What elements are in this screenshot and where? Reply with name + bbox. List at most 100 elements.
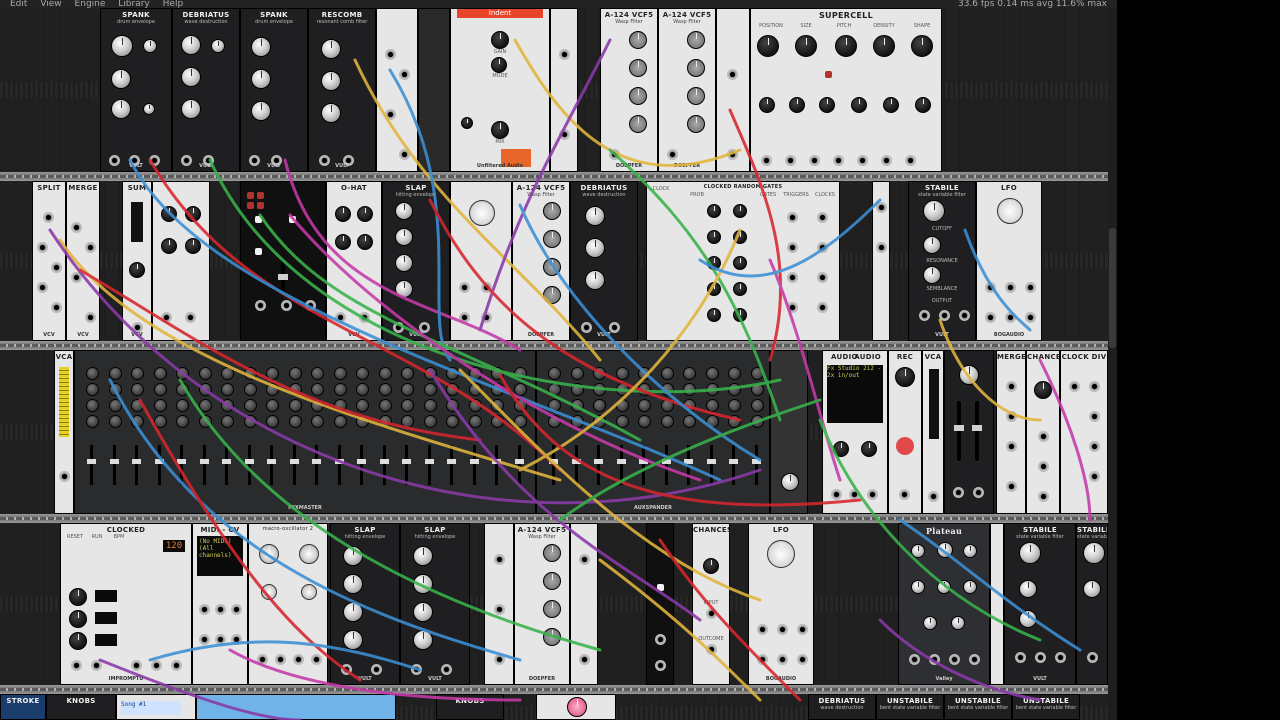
- jack[interactable]: [399, 149, 410, 160]
- module-noise[interactable]: [646, 523, 674, 685]
- module-midi-cv[interactable]: MIDI - CV (No MIDI) (All channels): [192, 523, 248, 685]
- module-song[interactable]: Song #1: [116, 694, 196, 720]
- mixer-channel-strip[interactable]: [284, 359, 306, 497]
- knob[interactable]: [395, 254, 413, 272]
- knob[interactable]: [687, 87, 705, 105]
- knob[interactable]: [86, 367, 99, 380]
- knob[interactable]: [733, 230, 747, 244]
- jack[interactable]: [609, 149, 620, 160]
- module-slap-3[interactable]: SLAP hitting envelope VULT: [400, 523, 470, 685]
- mixer-channel-strip[interactable]: [611, 359, 633, 497]
- channel-fader[interactable]: [684, 445, 693, 485]
- mixer-channel-strip[interactable]: [351, 359, 373, 497]
- channel-fader[interactable]: [639, 445, 648, 485]
- knob[interactable]: [728, 399, 741, 412]
- module-chances[interactable]: CHANCES: [1026, 350, 1060, 514]
- jack[interactable]: [757, 624, 768, 635]
- knob[interactable]: [548, 367, 561, 380]
- knob[interactable]: [401, 399, 414, 412]
- module-macro-oscillator[interactable]: macro-oscillator 2: [248, 523, 328, 685]
- jack[interactable]: [255, 300, 266, 311]
- channel-fader[interactable]: [571, 445, 581, 485]
- jack[interactable]: [985, 312, 996, 323]
- knob[interactable]: [108, 383, 122, 396]
- knob[interactable]: [728, 383, 741, 396]
- song-display[interactable]: Song #1: [121, 701, 181, 715]
- jack[interactable]: [1087, 652, 1098, 663]
- jack[interactable]: [559, 49, 570, 60]
- vertical-scrollbar[interactable]: [1108, 8, 1117, 720]
- jack[interactable]: [905, 155, 916, 166]
- module-clocked[interactable]: CLOCKED RESET RUN BPM 120 IMPROMPTU: [60, 523, 192, 685]
- jack[interactable]: [1089, 441, 1100, 452]
- knob[interactable]: [705, 367, 719, 380]
- knob[interactable]: [660, 399, 674, 412]
- jack[interactable]: [85, 242, 96, 253]
- knob[interactable]: [311, 383, 324, 396]
- jack[interactable]: [171, 660, 182, 671]
- jack[interactable]: [949, 654, 960, 665]
- jack[interactable]: [385, 49, 396, 60]
- jack[interactable]: [1006, 441, 1017, 452]
- mixer-channel-strip[interactable]: [216, 359, 238, 497]
- knob[interactable]: [143, 39, 157, 53]
- knob[interactable]: [129, 262, 145, 278]
- module-spank-2[interactable]: SPANK drum envelope VULT: [240, 8, 308, 172]
- knob[interactable]: [629, 59, 647, 77]
- mixer-channel-strip[interactable]: [239, 359, 261, 497]
- jack[interactable]: [411, 664, 422, 675]
- jack[interactable]: [481, 282, 492, 293]
- knob[interactable]: [707, 282, 721, 296]
- knob[interactable]: [356, 399, 369, 412]
- knob[interactable]: [707, 256, 721, 270]
- knob[interactable]: [111, 99, 131, 119]
- jack[interactable]: [215, 604, 226, 615]
- knob[interactable]: [266, 383, 279, 396]
- knob[interactable]: [638, 399, 651, 412]
- jack[interactable]: [385, 109, 396, 120]
- jack[interactable]: [1038, 461, 1049, 472]
- knob[interactable]: [401, 383, 414, 396]
- module-wasp-filter-4[interactable]: A-124 VCF5 Wasp Filter DOEPFER: [514, 523, 570, 685]
- module-lfo-2[interactable]: LFO BOGAUDIO: [748, 523, 814, 685]
- channel-fader[interactable]: [109, 445, 119, 485]
- knob[interactable]: [593, 399, 606, 412]
- jack[interactable]: [199, 634, 210, 645]
- knob[interactable]: [543, 202, 561, 220]
- jack[interactable]: [867, 489, 878, 500]
- knob[interactable]: [378, 383, 392, 396]
- channel-fader[interactable]: [549, 445, 558, 485]
- mixer-channel-strip[interactable]: [396, 359, 418, 497]
- module-stroke[interactable]: STROKE: [0, 694, 46, 720]
- jack[interactable]: [151, 660, 162, 671]
- module-wasp-filter-2[interactable]: A-124 VCF5 Wasp Filter DOEPFER: [658, 8, 716, 172]
- jack[interactable]: [959, 310, 970, 321]
- module-tiny[interactable]: [872, 181, 890, 341]
- jack[interactable]: [777, 624, 788, 635]
- knob[interactable]: [108, 415, 122, 428]
- jack[interactable]: [757, 654, 768, 665]
- knob[interactable]: [468, 367, 482, 380]
- knob[interactable]: [750, 399, 764, 412]
- knob[interactable]: [491, 367, 504, 380]
- jack[interactable]: [71, 272, 82, 283]
- jack[interactable]: [85, 312, 96, 323]
- knob[interactable]: [959, 365, 979, 385]
- knob[interactable]: [638, 383, 651, 396]
- knob[interactable]: [221, 415, 234, 428]
- knob[interactable]: [288, 367, 302, 380]
- mixer-channel-strip[interactable]: [261, 359, 283, 497]
- mixer-channel-strip[interactable]: [374, 359, 396, 497]
- channel-fader[interactable]: [469, 445, 479, 485]
- module-vca-2[interactable]: VCA: [922, 350, 944, 514]
- knob[interactable]: [543, 286, 561, 304]
- module-blue-panel[interactable]: [196, 694, 396, 720]
- knob[interactable]: [401, 367, 414, 380]
- knob[interactable]: [683, 415, 696, 428]
- module-audio[interactable]: AUDIO AUDIO Fx Studio 2i2 - 2x in/out: [822, 350, 888, 514]
- knob[interactable]: [1019, 580, 1037, 598]
- knob[interactable]: [211, 39, 225, 53]
- jack[interactable]: [985, 282, 996, 293]
- jack[interactable]: [305, 300, 316, 311]
- knob[interactable]: [288, 383, 302, 396]
